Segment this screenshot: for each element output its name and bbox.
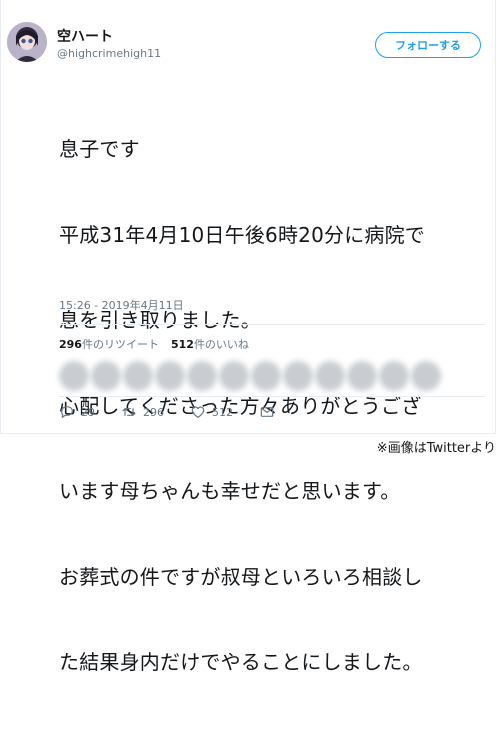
tweet-timestamp[interactable]: 15:26 - 2019年4月11日 xyxy=(59,297,184,313)
reply-count: 29 xyxy=(81,405,95,419)
tweet-line: お葬式の件ですが叔母といろいろ相談し xyxy=(59,564,423,589)
user-handle[interactable]: @highcrimehigh11 xyxy=(57,47,161,60)
follow-button[interactable]: フォローする xyxy=(375,32,481,58)
reply-button[interactable]: 29 xyxy=(59,404,95,420)
tweet-line: 平成31年4月10日午後6時20分に病院で xyxy=(59,222,425,247)
divider xyxy=(59,396,485,397)
tweet-actions: 29 296 512 xyxy=(59,404,301,420)
likes-stat-label: 件のいいね xyxy=(193,338,249,351)
like-count: 512 xyxy=(212,405,233,419)
reply-icon xyxy=(61,406,73,418)
dm-button[interactable] xyxy=(259,404,275,420)
image-credit: ※画像はTwitterより xyxy=(376,441,496,456)
tweet-line: 息子です xyxy=(59,137,140,161)
tweet-line: います母ちゃんも幸せだと思います。 xyxy=(59,479,401,503)
liker-avatar[interactable] xyxy=(283,361,313,391)
liker-avatar[interactable] xyxy=(251,361,281,391)
retweet-icon xyxy=(122,408,136,416)
engagement-stats: 296件のリツイート 512件のいいね xyxy=(59,336,249,352)
heart-icon xyxy=(191,406,205,418)
likes-stat-count: 512 xyxy=(170,338,194,351)
tweet-card: 空ハート @highcrimehigh11 フォローする 息子です 平成31年4… xyxy=(0,0,496,674)
liker-avatar[interactable] xyxy=(123,361,153,391)
user-display-name[interactable]: 空ハート xyxy=(57,26,113,46)
liker-avatar[interactable] xyxy=(219,361,249,391)
liker-avatar[interactable] xyxy=(155,361,185,391)
envelope-icon xyxy=(260,407,274,417)
likes-stat[interactable]: 512件のいいね xyxy=(171,336,249,352)
liker-avatars xyxy=(59,359,479,393)
like-button[interactable]: 512 xyxy=(190,404,233,420)
liker-avatar[interactable] xyxy=(91,361,121,391)
retweets-stat-label: 件のリツイート xyxy=(81,338,159,351)
liker-avatar[interactable] xyxy=(59,361,89,391)
retweet-count: 296 xyxy=(143,405,164,419)
divider xyxy=(59,324,485,325)
tweet-line: た結果身内だけでやることにしました。 xyxy=(59,650,423,674)
liker-avatar[interactable] xyxy=(379,361,409,391)
liker-avatar[interactable] xyxy=(187,361,217,391)
avatar[interactable] xyxy=(7,22,47,62)
retweets-stat-count: 296 xyxy=(59,338,82,351)
liker-avatar[interactable] xyxy=(315,361,345,391)
retweet-button[interactable]: 296 xyxy=(121,404,164,420)
liker-avatar[interactable] xyxy=(411,361,441,391)
liker-avatar[interactable] xyxy=(347,361,377,391)
retweets-stat[interactable]: 296件のリツイート xyxy=(59,336,159,352)
avatar-image xyxy=(7,22,47,62)
